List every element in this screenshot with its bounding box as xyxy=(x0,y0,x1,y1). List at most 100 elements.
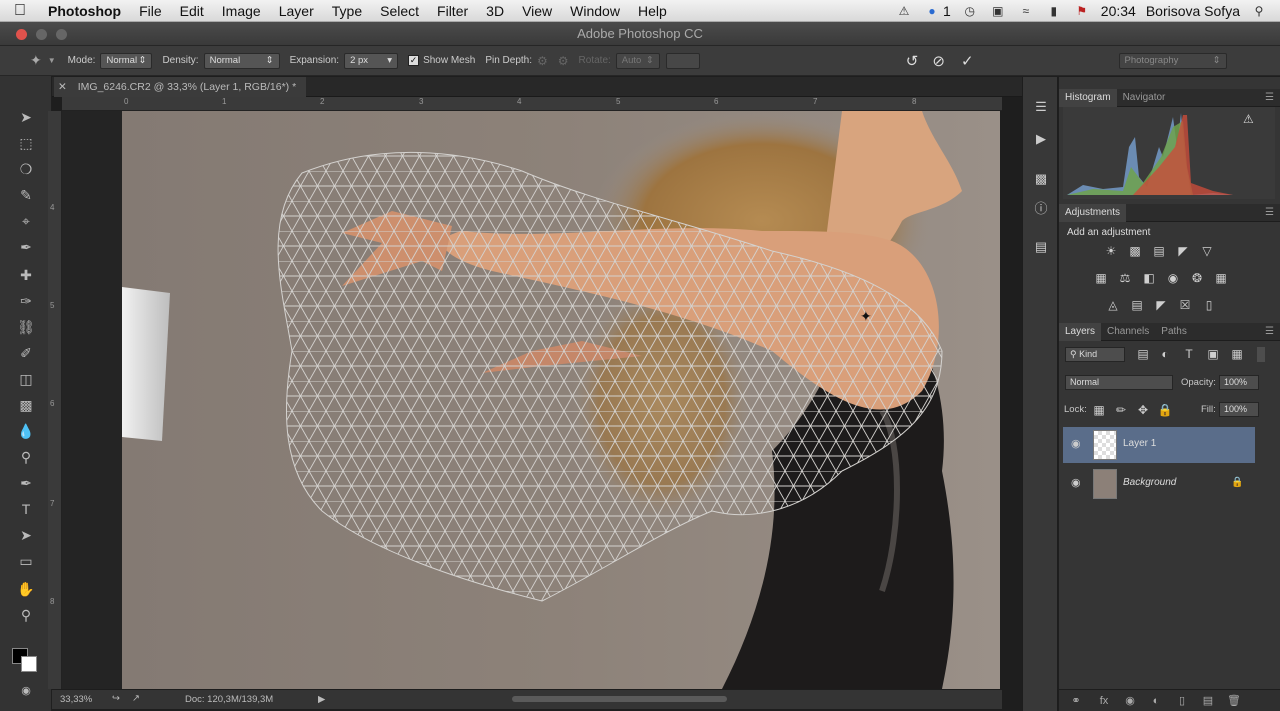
menu-type[interactable]: Type xyxy=(323,3,371,19)
pin-forward-icon[interactable]: ⚙ xyxy=(537,54,548,68)
delete-layer-icon[interactable]: 🗑 xyxy=(1225,693,1243,709)
blur-tool-icon[interactable]: 💧 xyxy=(14,420,38,442)
panel-menu-icon[interactable]: ☰ xyxy=(1265,326,1274,337)
time-machine-icon[interactable]: ◷ xyxy=(961,4,979,18)
properties-icon[interactable]: ▩ xyxy=(1031,169,1051,189)
gradient-map-icon[interactable]: ▯ xyxy=(1201,298,1217,312)
notification-status[interactable]: ● 1 xyxy=(923,3,950,19)
alert-icon[interactable]: ⚠ xyxy=(895,4,913,18)
photo-filter-icon[interactable]: ◉ xyxy=(1165,271,1181,285)
new-layer-icon[interactable]: ▤ xyxy=(1199,693,1217,709)
marquee-tool-icon[interactable]: ⬚ xyxy=(14,132,38,154)
app-menu[interactable]: Photoshop xyxy=(40,3,130,19)
clone-stamp-tool-icon[interactable]: ⛓ xyxy=(14,316,38,338)
dodge-tool-icon[interactable]: ⚲ xyxy=(14,446,38,468)
status-menu-arrow-icon[interactable]: ▶ xyxy=(318,694,325,705)
tool-preset-dropdown-icon[interactable]: ▼ xyxy=(48,56,56,65)
rotate-angle-input[interactable] xyxy=(665,52,700,69)
filter-toggle[interactable] xyxy=(1257,347,1265,362)
move-tool-icon[interactable]: ➤ xyxy=(14,106,38,128)
hue-saturation-icon[interactable]: ▦ xyxy=(1093,271,1109,285)
visibility-eye-icon[interactable]: ◉ xyxy=(1071,438,1083,450)
gradient-tool-icon[interactable]: ▩ xyxy=(14,394,38,416)
kind-filter-select[interactable]: ⚲ Kind xyxy=(1065,347,1125,362)
zoom-window-button[interactable] xyxy=(56,29,67,40)
workspace-select[interactable]: Photography ⇕ xyxy=(1118,52,1227,69)
path-selection-tool-icon[interactable]: ➤ xyxy=(14,524,38,546)
new-group-icon[interactable]: ▯ xyxy=(1173,693,1191,709)
lock-all-icon[interactable]: 🔒 xyxy=(1157,403,1173,417)
quick-mask-icon[interactable]: ◉ xyxy=(14,680,38,702)
close-tab-icon[interactable]: ✕ xyxy=(58,81,67,93)
display-icon[interactable]: ▣ xyxy=(989,4,1007,18)
curves-icon[interactable]: ▤ xyxy=(1151,244,1167,258)
brush-tool-icon[interactable]: ✑ xyxy=(14,290,38,312)
quick-selection-tool-icon[interactable]: ✎ xyxy=(14,184,38,206)
menu-edit[interactable]: Edit xyxy=(171,3,213,19)
color-lookup-icon[interactable]: ▦ xyxy=(1213,271,1229,285)
fx-icon[interactable]: fx xyxy=(1095,693,1113,709)
panel-menu-icon[interactable]: ☰ xyxy=(1265,92,1274,103)
menu-layer[interactable]: Layer xyxy=(270,3,323,19)
eraser-tool-icon[interactable]: ◫ xyxy=(14,368,38,390)
close-window-button[interactable] xyxy=(16,29,27,40)
export-icon[interactable]: ↗ xyxy=(132,693,140,704)
background-color-swatch[interactable] xyxy=(21,656,37,672)
expansion-input[interactable]: 2 px ▾ xyxy=(344,52,399,69)
lock-paint-icon[interactable]: ✏ xyxy=(1113,403,1129,417)
layer-row-layer-1[interactable]: ◉ Layer 1 xyxy=(1063,427,1255,463)
zoom-level[interactable]: 33,33% xyxy=(60,694,92,705)
tab-paths[interactable]: Paths xyxy=(1155,323,1193,341)
rectangle-tool-icon[interactable]: ▭ xyxy=(14,550,38,572)
lock-transparent-icon[interactable]: ▦ xyxy=(1091,403,1107,417)
new-adjustment-layer-icon[interactable]: ◐ xyxy=(1147,693,1165,709)
vertical-ruler[interactable]: 4 5 6 7 8 xyxy=(48,111,62,689)
eyedropper-tool-icon[interactable]: ✒ xyxy=(14,236,38,258)
tab-adjustments[interactable]: Adjustments xyxy=(1059,203,1127,222)
history-icon[interactable]: ☰ xyxy=(1031,97,1051,117)
menu-select[interactable]: Select xyxy=(371,3,428,19)
tab-navigator[interactable]: Navigator xyxy=(1117,89,1172,107)
history-brush-tool-icon[interactable]: ✐ xyxy=(14,342,38,364)
lock-position-icon[interactable]: ✥ xyxy=(1135,403,1151,417)
visibility-eye-icon[interactable]: ◉ xyxy=(1071,477,1083,489)
rotate-select[interactable]: Auto ⇕ xyxy=(615,52,660,69)
mode-select[interactable]: Normal ⇕ xyxy=(100,52,153,69)
exposure-icon[interactable]: ◤ xyxy=(1175,244,1191,258)
healing-brush-tool-icon[interactable]: ✚ xyxy=(14,264,38,286)
channel-mixer-icon[interactable]: ❂ xyxy=(1189,271,1205,285)
crop-tool-icon[interactable]: ⌖ xyxy=(14,210,38,232)
document-canvas[interactable]: ✦ xyxy=(62,111,1000,689)
menu-3d[interactable]: 3D xyxy=(477,3,513,19)
actions-play-icon[interactable]: ▶ xyxy=(1031,129,1051,149)
menu-view[interactable]: View xyxy=(513,3,561,19)
menu-image[interactable]: Image xyxy=(213,3,270,19)
hand-tool-icon[interactable]: ✋ xyxy=(14,578,38,600)
paragraph-icon[interactable]: ▤ xyxy=(1031,237,1051,257)
reset-icon[interactable]: ↺ xyxy=(906,52,919,70)
add-mask-icon[interactable]: ◉ xyxy=(1121,693,1139,709)
horizontal-ruler[interactable]: 0 1 2 3 4 5 6 7 8 xyxy=(62,97,1002,111)
link-layers-icon[interactable]: ⚭ xyxy=(1067,693,1085,709)
filter-smart-object-icon[interactable]: ▦ xyxy=(1229,347,1245,361)
layer-row-background[interactable]: ◉ Background 🔒 xyxy=(1063,466,1259,502)
us-flag-icon[interactable]: ⚑ xyxy=(1073,4,1091,18)
zoom-tool-icon[interactable]: ⚲ xyxy=(14,604,38,626)
minimize-window-button[interactable] xyxy=(36,29,47,40)
menu-filter[interactable]: Filter xyxy=(428,3,477,19)
menu-file[interactable]: File xyxy=(130,3,171,19)
posterize-icon[interactable]: ▤ xyxy=(1129,298,1145,312)
show-mesh-toggle[interactable]: ✓ Show Mesh xyxy=(408,55,475,66)
wifi-icon[interactable]: ≈ xyxy=(1017,4,1035,18)
clock[interactable]: 20:34 xyxy=(1101,3,1136,19)
pen-tool-icon[interactable]: ✒ xyxy=(14,472,38,494)
filter-pixel-icon[interactable]: ▤ xyxy=(1135,347,1151,361)
selective-color-icon[interactable]: ☒ xyxy=(1177,298,1193,312)
menu-help[interactable]: Help xyxy=(629,3,676,19)
pin-backward-icon[interactable]: ⚙ xyxy=(558,54,569,68)
apple-icon[interactable]:  xyxy=(0,2,40,20)
vibrance-icon[interactable]: ▽ xyxy=(1199,244,1215,258)
battery-icon[interactable]: ▮ xyxy=(1045,4,1063,18)
horizontal-scrollbar[interactable] xyxy=(512,696,727,702)
color-balance-icon[interactable]: ⚖ xyxy=(1117,271,1133,285)
